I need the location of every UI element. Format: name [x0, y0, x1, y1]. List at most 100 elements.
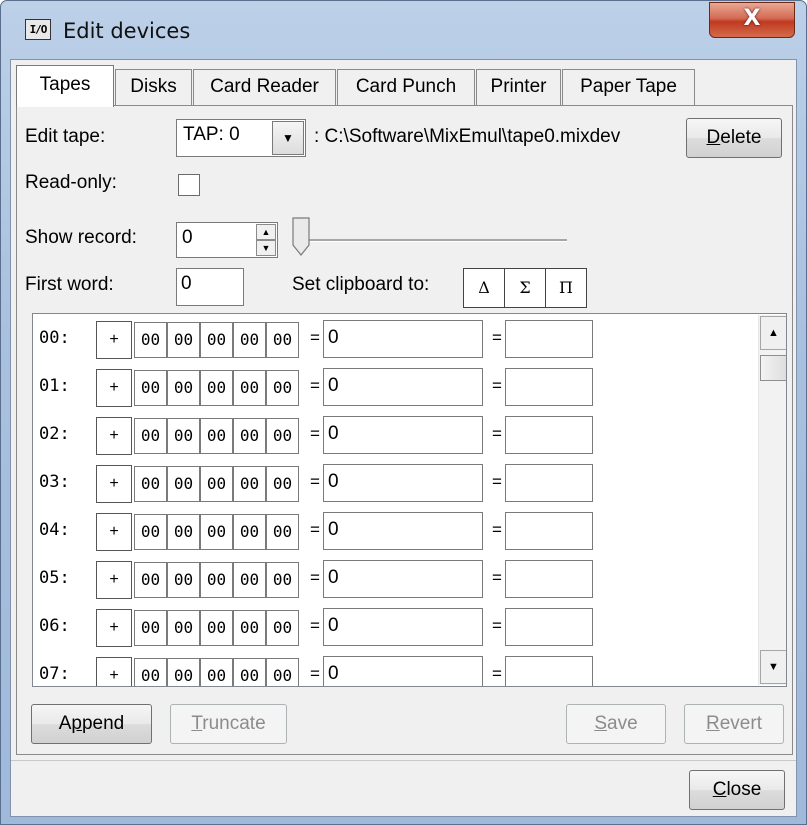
byte-field[interactable]: 00: [233, 610, 266, 646]
revert-button[interactable]: Revert: [684, 704, 784, 744]
read-only-checkbox[interactable]: [178, 174, 200, 196]
tape-select[interactable]: TAP: 0 ▼: [176, 119, 306, 157]
window-close-button[interactable]: X: [709, 2, 795, 38]
word-value-field[interactable]: 0: [323, 512, 483, 550]
word-char-field[interactable]: [505, 512, 593, 550]
byte-field[interactable]: 00: [200, 466, 233, 502]
equals-sign: =: [310, 328, 320, 347]
record-row: 05: +00 00 00 00 00 = 0 =: [33, 556, 753, 602]
clipboard-pi-button[interactable]: Π: [545, 268, 587, 308]
word-char-field[interactable]: [505, 560, 593, 598]
show-record-spinner[interactable]: 0 ▲ ▼: [176, 222, 278, 258]
truncate-button[interactable]: Truncate: [170, 704, 287, 744]
byte-field[interactable]: 00: [233, 562, 266, 598]
tab-printer[interactable]: Printer: [476, 69, 561, 105]
record-slider-thumb[interactable]: [291, 217, 311, 257]
byte-field[interactable]: 00: [167, 514, 200, 550]
vertical-scrollbar[interactable]: ▲ ▼: [758, 315, 786, 685]
sign-toggle-button[interactable]: +: [96, 465, 132, 503]
byte-field[interactable]: 00: [200, 562, 233, 598]
word-char-field[interactable]: [505, 368, 593, 406]
sign-toggle-button[interactable]: +: [96, 561, 132, 599]
word-value-field[interactable]: 0: [323, 416, 483, 454]
word-char-field[interactable]: [505, 464, 593, 502]
byte-field[interactable]: 00: [233, 370, 266, 406]
word-value-field[interactable]: 0: [323, 608, 483, 646]
record-slider-track[interactable]: [301, 239, 567, 242]
equals-sign: =: [492, 472, 502, 491]
byte-field[interactable]: 00: [167, 370, 200, 406]
byte-field[interactable]: 00: [134, 466, 167, 502]
byte-field[interactable]: 00: [233, 658, 266, 686]
clipboard-sigma-button[interactable]: Σ: [504, 268, 546, 308]
scroll-up-icon[interactable]: ▲: [760, 316, 786, 350]
byte-field[interactable]: 00: [134, 610, 167, 646]
byte-field[interactable]: 00: [200, 322, 233, 358]
byte-field[interactable]: 00: [167, 610, 200, 646]
record-row: 02: +00 00 00 00 00 = 0 =: [33, 412, 753, 458]
byte-field[interactable]: 00: [134, 514, 167, 550]
sign-toggle-button[interactable]: +: [96, 513, 132, 551]
word-char-field[interactable]: [505, 320, 593, 358]
append-button[interactable]: Append: [31, 704, 152, 744]
byte-field[interactable]: 00: [167, 322, 200, 358]
word-value-field[interactable]: 0: [323, 320, 483, 358]
title-bar[interactable]: I/O Edit devices X: [1, 1, 806, 59]
byte-field[interactable]: 00: [167, 562, 200, 598]
byte-field[interactable]: 00: [233, 514, 266, 550]
word-char-field[interactable]: [505, 656, 593, 686]
word-value-field[interactable]: 0: [323, 368, 483, 406]
first-word-input[interactable]: 0: [176, 268, 244, 306]
word-char-field[interactable]: [505, 416, 593, 454]
word-char-field[interactable]: [505, 608, 593, 646]
byte-field[interactable]: 00: [266, 658, 299, 686]
byte-field[interactable]: 00: [167, 466, 200, 502]
byte-field[interactable]: 00: [233, 322, 266, 358]
scroll-down-icon[interactable]: ▼: [760, 650, 786, 684]
byte-field[interactable]: 00: [167, 658, 200, 686]
byte-field[interactable]: 00: [200, 658, 233, 686]
tab-disks[interactable]: Disks: [115, 69, 192, 105]
byte-field[interactable]: 00: [134, 322, 167, 358]
spin-up-icon[interactable]: ▲: [256, 224, 276, 240]
spin-down-icon[interactable]: ▼: [256, 240, 276, 256]
delete-button[interactable]: Delete: [686, 118, 782, 158]
byte-field[interactable]: 00: [200, 514, 233, 550]
sign-toggle-button[interactable]: +: [96, 609, 132, 647]
tab-card-reader[interactable]: Card Reader: [193, 69, 336, 105]
byte-field[interactable]: 00: [134, 370, 167, 406]
record-index-label: 01:: [39, 376, 70, 396]
scrollbar-thumb[interactable]: [760, 355, 786, 381]
byte-field[interactable]: 00: [266, 370, 299, 406]
word-value-field[interactable]: 0: [323, 464, 483, 502]
byte-field[interactable]: 00: [266, 514, 299, 550]
byte-field[interactable]: 00: [200, 418, 233, 454]
byte-field[interactable]: 00: [266, 322, 299, 358]
tab-paper-tape[interactable]: Paper Tape: [562, 69, 695, 105]
byte-field[interactable]: 00: [266, 610, 299, 646]
word-value-field[interactable]: 0: [323, 656, 483, 686]
byte-field[interactable]: 00: [134, 562, 167, 598]
record-index-label: 06:: [39, 616, 70, 636]
clipboard-delta-button[interactable]: Δ: [463, 268, 505, 308]
close-button[interactable]: Close: [689, 770, 785, 810]
sign-toggle-button[interactable]: +: [96, 417, 132, 455]
byte-field[interactable]: 00: [266, 562, 299, 598]
byte-field[interactable]: 00: [233, 466, 266, 502]
byte-field[interactable]: 00: [200, 610, 233, 646]
byte-field[interactable]: 00: [266, 418, 299, 454]
sign-toggle-button[interactable]: +: [96, 369, 132, 407]
sign-toggle-button[interactable]: +: [96, 321, 132, 359]
save-button[interactable]: Save: [566, 704, 666, 744]
byte-field[interactable]: 00: [134, 658, 167, 686]
byte-field[interactable]: 00: [266, 466, 299, 502]
tab-card-punch[interactable]: Card Punch: [337, 69, 475, 105]
chevron-down-icon[interactable]: ▼: [272, 121, 304, 155]
tab-tapes[interactable]: Tapes: [16, 65, 114, 107]
word-value-field[interactable]: 0: [323, 560, 483, 598]
byte-field[interactable]: 00: [167, 418, 200, 454]
sign-toggle-button[interactable]: +: [96, 657, 132, 686]
byte-field[interactable]: 00: [134, 418, 167, 454]
byte-field[interactable]: 00: [233, 418, 266, 454]
byte-field[interactable]: 00: [200, 370, 233, 406]
